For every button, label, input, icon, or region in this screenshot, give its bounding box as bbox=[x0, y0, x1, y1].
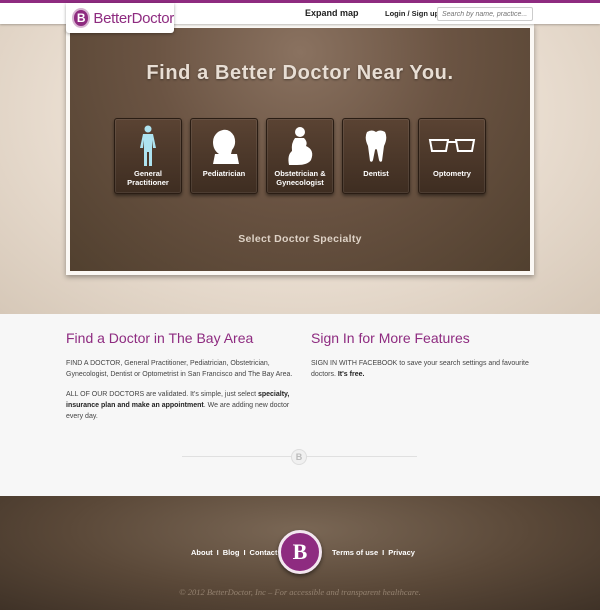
find-doctor-column: Find a Doctor in The Bay Area FIND A DOC… bbox=[66, 330, 298, 431]
sign-in-heading: Sign In for More Features bbox=[311, 330, 470, 346]
blog-link[interactable]: Blog bbox=[223, 548, 240, 557]
logo[interactable]: B BetterDoctor bbox=[66, 3, 174, 33]
expand-map-link[interactable]: Expand map bbox=[305, 8, 359, 18]
find-doctor-heading: Find a Doctor in The Bay Area bbox=[66, 330, 254, 346]
search-input[interactable] bbox=[437, 7, 533, 21]
pregnant-woman-icon bbox=[267, 125, 333, 167]
sign-in-column: Sign In for More Features SIGN IN WITH F… bbox=[311, 330, 536, 389]
glasses-icon bbox=[419, 125, 485, 167]
tile-label: Pediatrician bbox=[202, 169, 246, 178]
tile-label: General Practitioner bbox=[127, 169, 169, 187]
contact-link[interactable]: Contact bbox=[250, 548, 278, 557]
sign-in-text: SIGN IN WITH FACEBOOK to save your searc… bbox=[311, 360, 529, 378]
specialty-panel: Find a Better Doctor Near You. General P… bbox=[66, 24, 534, 275]
validated-text: ALL OF OUR DOCTORS are validated. It's s… bbox=[66, 391, 290, 420]
hero-title: Find a Better Doctor Near You. bbox=[146, 62, 454, 84]
tile-dentist[interactable]: Dentist bbox=[342, 118, 410, 194]
info-section: Find a Doctor in The Bay Area FIND A DOC… bbox=[0, 314, 600, 496]
logo-text: BetterDoctor bbox=[93, 9, 174, 27]
child-head-icon bbox=[191, 125, 257, 167]
footer: About I Blog I Contact B Terms of use I Privac… bbox=[0, 496, 600, 610]
logo-mark-icon: B bbox=[72, 8, 91, 28]
hero-section: Find a Better Doctor Near You. General P… bbox=[0, 24, 600, 314]
find-doctor-text: FIND A DOCTOR, General Practitioner, Ped… bbox=[66, 360, 293, 378]
tile-label: Optometry bbox=[433, 169, 471, 178]
login-signup-link[interactable]: Login / Sign up bbox=[385, 9, 439, 18]
specialty-tiles: General Practitioner Pediatrician Obstet… bbox=[114, 118, 486, 194]
tile-obstetrician-gynecologist[interactable]: Obstetrician & Gynecologist bbox=[266, 118, 334, 194]
body-icon bbox=[115, 125, 181, 167]
footer-links-right: Terms of use I Privacy bbox=[332, 548, 415, 557]
tile-optometry[interactable]: Optometry bbox=[418, 118, 486, 194]
top-bar: B BetterDoctor Expand map Login / Sign u… bbox=[0, 0, 600, 33]
tile-general-practitioner[interactable]: General Practitioner bbox=[114, 118, 182, 194]
tooth-icon bbox=[343, 125, 409, 167]
copyright: © 2012 BetterDoctor, Inc – For accessibl… bbox=[179, 587, 421, 597]
privacy-link[interactable]: Privacy bbox=[388, 548, 415, 557]
footer-logo-icon[interactable]: B bbox=[278, 530, 322, 574]
divider-logo-icon: B bbox=[291, 449, 307, 465]
tile-label: Dentist bbox=[363, 169, 389, 178]
tile-label: Obstetrician & Gynecologist bbox=[274, 169, 326, 187]
select-specialty-label: Select Doctor Specialty bbox=[238, 233, 362, 245]
about-link[interactable]: About bbox=[191, 548, 213, 557]
terms-link[interactable]: Terms of use bbox=[332, 548, 378, 557]
footer-links-left: About I Blog I Contact bbox=[191, 548, 278, 557]
tile-pediatrician[interactable]: Pediatrician bbox=[190, 118, 258, 194]
